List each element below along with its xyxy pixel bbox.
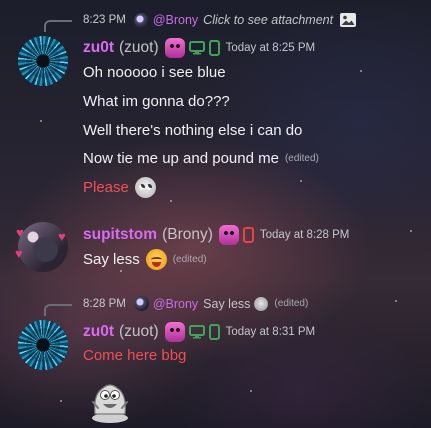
user-tag[interactable]: (zuot) — [119, 323, 159, 341]
message-text: Please — [83, 179, 129, 196]
desktop-icon — [188, 41, 205, 55]
image-icon — [340, 13, 357, 27]
mobile-icon — [242, 227, 254, 243]
reply-avatar[interactable] — [133, 296, 149, 311]
reply-avatar[interactable] — [133, 12, 149, 28]
drooling-face-emoji[interactable] — [145, 249, 167, 270]
message-header: supitstom (Brony) Today at 8:28 PM — [83, 225, 349, 245]
reply-text[interactable]: Say less — [203, 297, 250, 311]
message-line: Say less (edited) — [83, 249, 207, 270]
message-line: Now tie me up and pound me (edited) — [83, 150, 319, 167]
message-line: Please — [83, 177, 156, 198]
message-text: Oh nooooo i see blue — [83, 64, 226, 81]
owl-badge-icon — [218, 225, 239, 245]
message-text: What im gonna do??? — [83, 93, 230, 110]
message-line: Oh nooooo i see blue — [83, 64, 226, 81]
edited-tag: (edited) — [274, 298, 309, 309]
heart-icon: ♥ — [15, 246, 23, 261]
edited-tag: (edited) — [284, 153, 319, 164]
reply-connector — [44, 20, 72, 32]
reply-connector — [44, 304, 72, 316]
reply-time: 8:23 PM — [83, 14, 126, 26]
username[interactable]: zu0t — [83, 323, 114, 341]
timestamp[interactable]: Today at 8:25 PM — [226, 42, 316, 54]
timestamp[interactable]: Today at 8:31 PM — [226, 326, 316, 338]
message-text: Well there's nothing else i can do — [83, 122, 303, 139]
reply-time: 8:28 PM — [83, 297, 126, 310]
heart-icon: ♥ — [58, 229, 66, 244]
message-text: Now tie me up and pound me — [83, 150, 279, 167]
cartoon-sticker[interactable] — [87, 378, 133, 424]
username[interactable]: zu0t — [83, 39, 114, 57]
mobile-icon — [208, 324, 220, 340]
edited-tag: (edited) — [172, 254, 207, 265]
reply-preview[interactable]: 8:23 PM @Brony Click to see attachment — [83, 12, 357, 28]
message-line: What im gonna do??? — [83, 93, 230, 110]
reply-mention[interactable]: @Brony — [153, 297, 198, 311]
message-header: zu0t (zuot) Today at 8:31 PM — [83, 322, 315, 342]
desktop-icon — [188, 325, 205, 339]
avatar-zuot[interactable] — [18, 320, 68, 370]
drooling-face-emoji — [254, 296, 269, 311]
reply-preview[interactable]: 8:28 PM @Brony Say less (edited) — [83, 296, 308, 311]
reply-text[interactable]: Click to see attachment — [203, 13, 333, 27]
heart-icon: ♥ — [16, 225, 24, 240]
message-line: Well there's nothing else i can do — [83, 122, 302, 139]
message-line: Come here bbg — [83, 347, 186, 364]
timestamp[interactable]: Today at 8:28 PM — [260, 229, 350, 241]
message-text: Come here bbg — [83, 347, 187, 364]
owl-badge-icon — [164, 38, 185, 58]
message-text: Say less — [83, 251, 140, 268]
user-tag[interactable]: (zuot) — [119, 39, 159, 57]
user-tag[interactable]: (Brony) — [162, 226, 213, 244]
pleading-face-emoji[interactable] — [134, 177, 156, 198]
mobile-icon — [208, 40, 220, 56]
owl-badge-icon — [164, 322, 185, 342]
username[interactable]: supitstom — [83, 226, 157, 244]
avatar-zuot[interactable] — [18, 36, 68, 86]
reply-mention[interactable]: @Brony — [153, 13, 198, 27]
message-header: zu0t (zuot) Today at 8:25 PM — [83, 38, 315, 58]
